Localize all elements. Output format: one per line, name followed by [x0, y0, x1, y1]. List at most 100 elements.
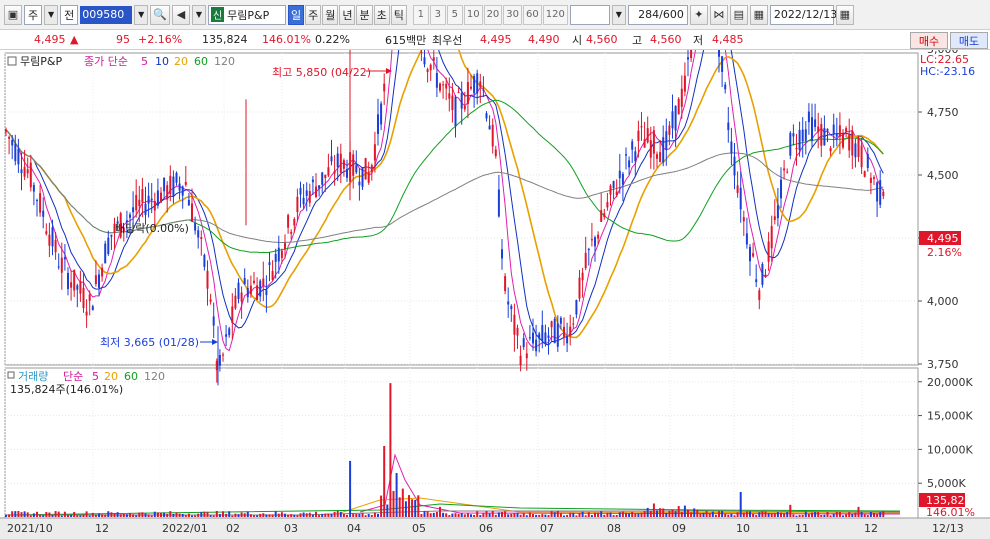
- volume-bar: [848, 512, 851, 517]
- data-count-box[interactable]: 284/600: [627, 4, 688, 25]
- best-ask: 4,495: [480, 33, 512, 46]
- volume-bar: [671, 509, 674, 517]
- chart-area[interactable]: 5,7505,5005,2505,0004,7504,5004,2504,000…: [0, 50, 990, 539]
- candle-body: [674, 105, 677, 131]
- interval-button-120[interactable]: 120: [542, 4, 568, 25]
- candle-body: [742, 217, 745, 222]
- candle-body: [594, 237, 596, 247]
- candle-body: [652, 130, 655, 154]
- period-tab-2[interactable]: 월: [322, 4, 339, 25]
- period-tab-4[interactable]: 분: [356, 4, 373, 25]
- market-label: 전: [64, 8, 75, 22]
- volume-bar: [466, 513, 469, 517]
- interval-button-1[interactable]: 1: [412, 4, 429, 25]
- volume-bar: [544, 514, 547, 517]
- candle-body: [618, 170, 621, 179]
- volume-bar: [172, 513, 175, 517]
- candle-body: [773, 216, 776, 221]
- candle-body: [736, 185, 739, 193]
- candle-body: [5, 129, 7, 132]
- interval-button-5[interactable]: 5: [446, 4, 463, 25]
- candle-body: [346, 168, 348, 178]
- volume-bar: [786, 512, 789, 517]
- volume-tick-label: 20,000K: [927, 376, 973, 389]
- high-annotation: 최고 5,850 (04/22): [272, 66, 371, 79]
- candle-body: [804, 129, 807, 141]
- interval-dropdown-icon[interactable]: ▼: [611, 4, 626, 25]
- volume-bar: [234, 513, 237, 517]
- window-icon[interactable]: ▣: [4, 4, 22, 25]
- sound-icon[interactable]: ◀: [171, 4, 190, 25]
- volume-bar: [48, 512, 51, 517]
- volume-bar: [132, 514, 135, 517]
- candle-body: [532, 332, 534, 344]
- date-input[interactable]: 2022/12/13: [769, 4, 837, 25]
- volume-bar: [547, 515, 550, 517]
- stock-name-box[interactable]: 신 무림P&P: [207, 4, 286, 25]
- volume-bar: [268, 514, 271, 517]
- volume-bar: [699, 513, 702, 517]
- code-dropdown-icon[interactable]: ▼: [134, 4, 149, 25]
- candle-body: [135, 194, 138, 211]
- volume-bar: [191, 515, 193, 517]
- interval-button-20[interactable]: 20: [483, 4, 503, 25]
- current-price-tag-text: 4,495: [927, 232, 959, 245]
- volume-bar: [144, 513, 147, 517]
- sound-dropdown-icon[interactable]: ▼: [191, 4, 206, 25]
- candle-body: [677, 98, 680, 115]
- save-icon[interactable]: ▤: [729, 4, 748, 25]
- candle-body: [724, 84, 727, 90]
- volume-bar: [426, 511, 429, 517]
- volume-tick-label: 15,000K: [927, 410, 973, 423]
- stock-code-input[interactable]: [80, 5, 133, 24]
- interval-button-10[interactable]: 10: [463, 4, 483, 25]
- type-select[interactable]: 주: [24, 4, 43, 25]
- volume-bar: [845, 514, 848, 517]
- volume-bar: [383, 446, 386, 517]
- calendar-icon[interactable]: ▦: [749, 4, 768, 25]
- candle-body: [212, 316, 215, 326]
- volume-bar: [76, 515, 79, 517]
- period-tab-0[interactable]: 일: [287, 4, 305, 25]
- volume-bar: [519, 514, 522, 517]
- type-dropdown-icon[interactable]: ▼: [44, 4, 59, 25]
- candle-body: [355, 165, 358, 173]
- volume-bar: [714, 514, 717, 517]
- period-tab-3[interactable]: 년: [339, 4, 356, 25]
- period-tab-6[interactable]: 틱: [390, 4, 407, 25]
- chart-tool-icon[interactable]: ⋈: [709, 4, 728, 25]
- volume-bar: [355, 513, 358, 517]
- volume-bar: [401, 488, 404, 517]
- candle-body: [60, 257, 63, 273]
- candle-body: [203, 254, 206, 267]
- candle-body: [445, 83, 448, 89]
- volume-bar: [600, 511, 603, 517]
- buy-button[interactable]: 매수: [910, 32, 948, 49]
- candle-body: [166, 185, 169, 200]
- period-tab-1[interactable]: 주: [305, 4, 322, 25]
- candle-body: [370, 165, 373, 172]
- search-icon[interactable]: 🔍: [150, 4, 170, 25]
- volume-bar: [293, 514, 296, 517]
- market-select[interactable]: 전: [60, 4, 79, 25]
- candle-body: [26, 169, 29, 174]
- candle-type-icon[interactable]: ✦: [689, 4, 708, 25]
- volume-bar: [566, 514, 569, 517]
- period-tab-5[interactable]: 초: [373, 4, 390, 25]
- volume-bar: [832, 513, 835, 517]
- candle-body: [662, 137, 665, 163]
- volume-bar: [494, 514, 497, 517]
- volume-bar: [606, 512, 609, 517]
- interval-select[interactable]: [569, 4, 610, 25]
- calendar-picker-icon[interactable]: ▦: [835, 4, 854, 25]
- candle-body: [48, 234, 51, 246]
- interval-button-30[interactable]: 30: [503, 4, 523, 25]
- x-axis-bar: [0, 518, 990, 539]
- ma-period-120: 120: [214, 55, 235, 68]
- interval-button-60[interactable]: 60: [523, 4, 542, 25]
- ma-period-10: 10: [155, 55, 169, 68]
- volume-bar: [742, 512, 745, 517]
- interval-button-3[interactable]: 3: [429, 4, 446, 25]
- sell-button[interactable]: 매도: [950, 32, 988, 49]
- candle-body: [807, 111, 810, 123]
